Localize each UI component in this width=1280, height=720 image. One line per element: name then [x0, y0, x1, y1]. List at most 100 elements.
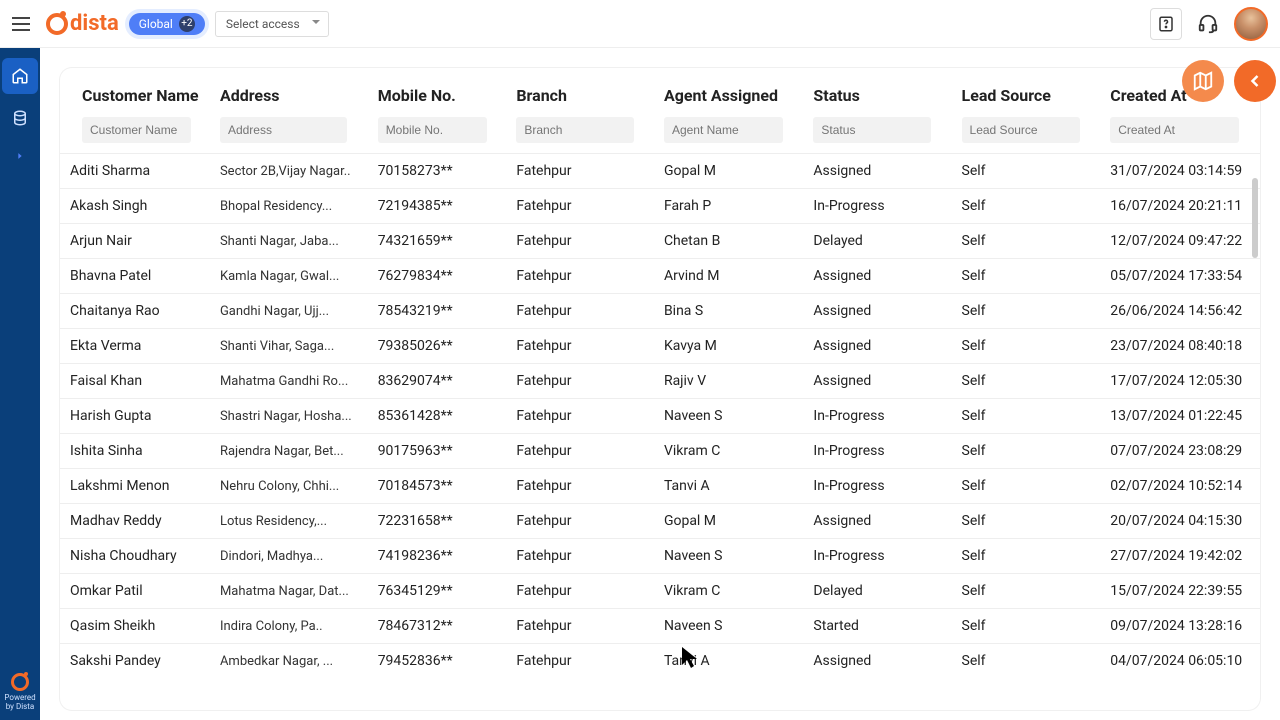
- filter-input-1[interactable]: [220, 117, 347, 143]
- table-row[interactable]: Chaitanya RaoGandhi Nagar, Ujj...7854321…: [60, 294, 1260, 329]
- table-row[interactable]: Nisha ChoudharyDindori, Madhya...7419823…: [60, 539, 1260, 574]
- cell: Self: [952, 189, 1101, 224]
- cell: Fatehpur: [506, 644, 654, 679]
- table-row[interactable]: Arjun NairShanti Nagar, Jaba...74321659*…: [60, 224, 1260, 259]
- filter-input-3[interactable]: [516, 117, 633, 143]
- cell: In-Progress: [803, 434, 951, 469]
- support-icon[interactable]: [1192, 8, 1224, 40]
- table-row[interactable]: Ekta VermaShanti Vihar, Saga...79385026*…: [60, 329, 1260, 364]
- filter-input-4[interactable]: [664, 117, 783, 143]
- cell: Rajiv V: [654, 364, 803, 399]
- cell: Fatehpur: [506, 469, 654, 504]
- cell: Akash Singh: [60, 189, 210, 224]
- cell: 70158273**: [368, 154, 507, 189]
- cell: Fatehpur: [506, 609, 654, 644]
- scope-chip[interactable]: Global +2: [129, 13, 205, 35]
- filter-input-6[interactable]: [962, 117, 1080, 143]
- table-row[interactable]: Harish GuptaShastri Nagar, Hosha...85361…: [60, 399, 1260, 434]
- cell: 78543219**: [368, 294, 507, 329]
- table-row[interactable]: Madhav ReddyLotus Residency,...72231658*…: [60, 504, 1260, 539]
- cell: 05/07/2024 17:33:54: [1100, 259, 1260, 294]
- cell: Fatehpur: [506, 294, 654, 329]
- filter-input-2[interactable]: [378, 117, 487, 143]
- access-select[interactable]: Select access: [215, 11, 329, 37]
- cell: Assigned: [803, 364, 951, 399]
- scope-badge: +2: [179, 16, 195, 32]
- col-header-1[interactable]: Address: [210, 68, 368, 113]
- cell: Aditi Sharma: [60, 154, 210, 189]
- leads-table: Customer NameAddressMobile No.BranchAgen…: [60, 68, 1260, 678]
- cell: Assigned: [803, 644, 951, 679]
- collapse-panel-button[interactable]: [1234, 60, 1276, 102]
- table-row[interactable]: Omkar PatilMahatma Nagar, Dat...76345129…: [60, 574, 1260, 609]
- cell: Assigned: [803, 294, 951, 329]
- cell: Mahatma Nagar, Dat...: [210, 574, 368, 609]
- cell: Self: [952, 154, 1101, 189]
- cell: 17/07/2024 12:05:30: [1100, 364, 1260, 399]
- col-header-2[interactable]: Mobile No.: [368, 68, 507, 113]
- table-row[interactable]: Lakshmi MenonNehru Colony, Chhi...701845…: [60, 469, 1260, 504]
- cell: 72194385**: [368, 189, 507, 224]
- cell: Sector 2B,Vijay Nagar..: [210, 154, 368, 189]
- table-row[interactable]: Qasim SheikhIndira Colony, Pa..78467312*…: [60, 609, 1260, 644]
- table-row[interactable]: Bhavna PatelKamla Nagar, Gwal...76279834…: [60, 259, 1260, 294]
- cell: Bhavna Patel: [60, 259, 210, 294]
- cell: Bhopal Residency...: [210, 189, 368, 224]
- cell: Shanti Nagar, Jaba...: [210, 224, 368, 259]
- table-row[interactable]: Ishita SinhaRajendra Nagar, Bet...901759…: [60, 434, 1260, 469]
- cell: 13/07/2024 01:22:45: [1100, 399, 1260, 434]
- cell: 23/07/2024 08:40:18: [1100, 329, 1260, 364]
- cell: Self: [952, 399, 1101, 434]
- filter-input-0[interactable]: [82, 117, 191, 143]
- table-row[interactable]: Aditi SharmaSector 2B,Vijay Nagar..70158…: [60, 154, 1260, 189]
- col-header-6[interactable]: Lead Source: [952, 68, 1101, 113]
- powered-by: Powered by Dista: [4, 673, 35, 712]
- table-row[interactable]: Akash SinghBhopal Residency...72194385**…: [60, 189, 1260, 224]
- map-view-button[interactable]: [1182, 60, 1224, 102]
- sidebar: Powered by Dista: [0, 48, 40, 720]
- cell: Assigned: [803, 154, 951, 189]
- cell: Assigned: [803, 504, 951, 539]
- cell: 74198236**: [368, 539, 507, 574]
- cell: Lotus Residency,...: [210, 504, 368, 539]
- nav-data[interactable]: [2, 100, 38, 136]
- cell: Delayed: [803, 574, 951, 609]
- cell: Shanti Vihar, Saga...: [210, 329, 368, 364]
- cell: Self: [952, 224, 1101, 259]
- col-header-4[interactable]: Agent Assigned: [654, 68, 803, 113]
- cell: 31/07/2024 03:14:59: [1100, 154, 1260, 189]
- cell: Fatehpur: [506, 364, 654, 399]
- cell: 20/07/2024 04:15:30: [1100, 504, 1260, 539]
- filter-input-7[interactable]: [1110, 117, 1239, 143]
- user-avatar[interactable]: [1234, 7, 1268, 41]
- table-row[interactable]: Sakshi PandeyAmbedkar Nagar, ...79452836…: [60, 644, 1260, 679]
- cell: Self: [952, 504, 1101, 539]
- cell: Madhav Reddy: [60, 504, 210, 539]
- cell: Chaitanya Rao: [60, 294, 210, 329]
- cell: 83629074**: [368, 364, 507, 399]
- scrollbar[interactable]: [1252, 178, 1258, 258]
- cell: 70184573**: [368, 469, 507, 504]
- table-row[interactable]: Faisal KhanMahatma Gandhi Ro...83629074*…: [60, 364, 1260, 399]
- cell: Faisal Khan: [60, 364, 210, 399]
- col-header-0[interactable]: Customer Name: [60, 68, 210, 113]
- sidebar-expand-icon[interactable]: [15, 146, 25, 165]
- cell: 16/07/2024 20:21:11: [1100, 189, 1260, 224]
- help-icon[interactable]: [1150, 8, 1182, 40]
- cell: Ambedkar Nagar, ...: [210, 644, 368, 679]
- filter-input-5[interactable]: [813, 117, 931, 143]
- col-header-5[interactable]: Status: [803, 68, 951, 113]
- menu-icon[interactable]: [12, 12, 36, 36]
- cell: Kavya M: [654, 329, 803, 364]
- cell: Self: [952, 294, 1101, 329]
- cell: Omkar Patil: [60, 574, 210, 609]
- cell: Self: [952, 434, 1101, 469]
- col-header-3[interactable]: Branch: [506, 68, 654, 113]
- nav-home[interactable]: [2, 58, 38, 94]
- cell: 74321659**: [368, 224, 507, 259]
- cell: Farah P: [654, 189, 803, 224]
- cell: Rajendra Nagar, Bet...: [210, 434, 368, 469]
- cell: Naveen S: [654, 539, 803, 574]
- cell: Gopal M: [654, 504, 803, 539]
- cell: Assigned: [803, 329, 951, 364]
